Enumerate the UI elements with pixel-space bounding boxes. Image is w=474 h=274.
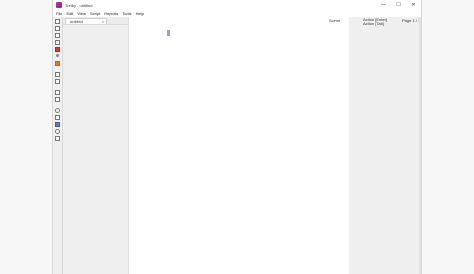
find-icon[interactable] xyxy=(54,108,60,113)
menu-view[interactable]: View xyxy=(77,11,86,16)
menu-tools[interactable]: Tools xyxy=(122,11,131,16)
script-settings-icon[interactable] xyxy=(54,72,60,77)
app-logo-icon xyxy=(56,2,62,8)
tab-untitled[interactable]: untitled × xyxy=(65,18,107,24)
window-controls: — ☐ ✕ xyxy=(376,0,421,10)
script-editor[interactable] xyxy=(128,17,350,274)
menu-edit[interactable]: Edit xyxy=(66,11,73,16)
tab-label: untitled xyxy=(70,19,83,24)
quit-icon[interactable] xyxy=(54,136,60,141)
save-icon[interactable] xyxy=(54,33,60,38)
separator-dot-icon xyxy=(55,54,59,57)
right-margin-panel xyxy=(349,17,419,274)
minimize-button[interactable]: — xyxy=(376,0,391,10)
text-cursor xyxy=(167,30,170,36)
undo-icon[interactable] xyxy=(54,90,60,95)
close-window-button[interactable]: ✕ xyxy=(406,0,421,10)
maximize-button[interactable]: ☐ xyxy=(391,0,406,10)
menu-help[interactable]: Help xyxy=(136,11,144,16)
menu-script[interactable]: Script xyxy=(90,11,100,16)
element-type-label: Scene xyxy=(329,18,341,23)
new-file-icon[interactable] xyxy=(54,19,60,24)
window-title: Trelby - untitled xyxy=(65,2,93,8)
reports-icon[interactable] xyxy=(54,79,60,84)
vertical-toolbar xyxy=(53,17,63,274)
close-script-icon[interactable] xyxy=(54,47,60,52)
action-hint-tab: Action [Tab] xyxy=(363,21,384,26)
vertical-scrollbar[interactable] xyxy=(419,17,421,274)
menu-file[interactable]: File xyxy=(56,11,62,16)
menu-reports[interactable]: Reports xyxy=(104,11,118,16)
menu-bar: File Edit View Script Reports Tools Help xyxy=(53,10,421,17)
characters-icon[interactable] xyxy=(54,122,60,127)
spellcheck-icon[interactable] xyxy=(54,115,60,120)
page-indicator: Page 1 / 1 xyxy=(402,18,421,23)
open-file-icon[interactable] xyxy=(54,26,60,31)
help-icon[interactable] xyxy=(54,129,60,134)
redo-icon[interactable] xyxy=(54,97,60,102)
save-as-icon[interactable] xyxy=(54,40,60,45)
title-bar: Trelby - untitled — ☐ ✕ xyxy=(53,0,421,10)
settings-icon[interactable] xyxy=(54,61,60,66)
